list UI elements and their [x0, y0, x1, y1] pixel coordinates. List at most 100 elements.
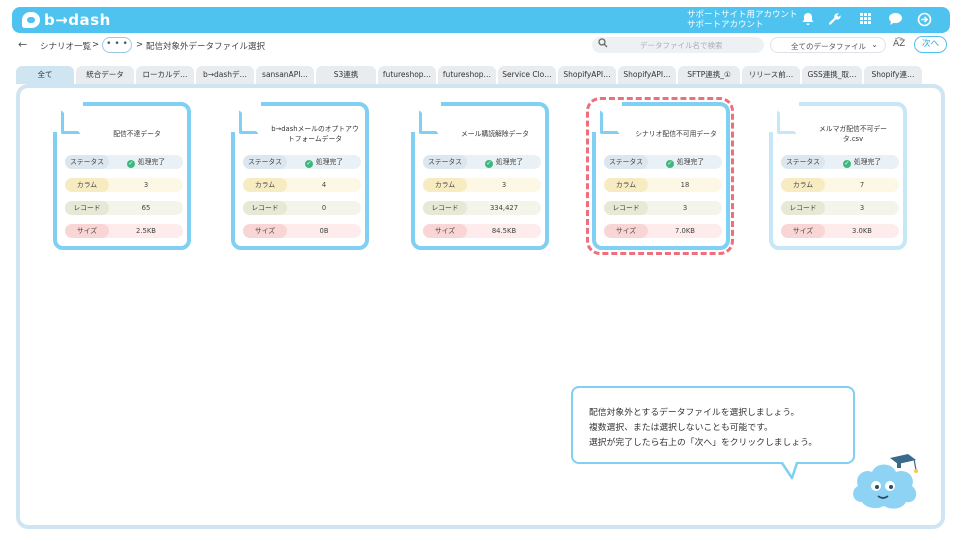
record-value: 3 — [859, 204, 865, 212]
next-button[interactable]: 次へ — [914, 36, 947, 53]
size-value: 3.0KB — [852, 227, 872, 235]
column-value: 7 — [859, 181, 865, 189]
account-info[interactable]: サポートサイト用アカウント サポートアカウント — [687, 10, 798, 30]
tab-bdash-data[interactable]: b→dashデ… — [196, 66, 254, 84]
card-title: 配信不達データ — [113, 130, 161, 138]
mascot-cloud-icon — [853, 454, 918, 509]
size-row: サイズ 2.5KB — [65, 224, 183, 238]
breadcrumb-more-button[interactable]: • • • — [102, 37, 132, 53]
record-value: 334,427 — [489, 204, 519, 212]
account-line-1: サポートサイト用アカウント — [687, 10, 798, 20]
file-icon — [769, 102, 799, 134]
column-value: 3 — [501, 181, 507, 189]
file-icon — [53, 102, 83, 134]
datafile-card[interactable]: メール購読解除データ ステータス ✓ 処理完了 カラム 3 レコード 334,427 サ… — [411, 102, 549, 250]
datafile-card[interactable]: b→dashメールのオプトアウトフォームデータ ステータス ✓ 処理完了 カラム 4 … — [231, 102, 369, 250]
status-label: ステータス — [781, 155, 825, 169]
column-label: カラム — [423, 178, 467, 192]
account-line-2: サポートアカウント — [687, 20, 764, 30]
size-label: サイズ — [65, 224, 109, 238]
column-row: カラム 3 — [65, 178, 183, 192]
column-row: カラム 7 — [781, 178, 899, 192]
size-row: サイズ 0B — [243, 224, 361, 238]
file-icon — [231, 102, 261, 134]
status-row: ステータス ✓ 処理完了 — [781, 155, 899, 169]
tab-s3[interactable]: S3連携 — [316, 66, 376, 84]
tooltip-text: 配信対象外とするデータファイルを選択しましょう。 複数選択、または選択しないこと… — [589, 406, 817, 451]
tooltip-line-3: 選択が完了したら右上の「次へ」をクリックしましょう。 — [589, 438, 818, 448]
back-arrow-icon[interactable]: ← — [18, 38, 27, 51]
status-value: ✓ 処理完了 — [304, 158, 344, 168]
tab-futureshop-2[interactable]: futureshop… — [438, 66, 496, 84]
tab-gss[interactable]: GSS連携_取… — [802, 66, 862, 84]
tab-shopify-api-1[interactable]: ShopifyAPI… — [558, 66, 616, 84]
bell-icon[interactable] — [800, 12, 816, 28]
breadcrumb-separator: > — [136, 40, 144, 50]
datafile-card[interactable]: メルマガ配信不可データ.csv ステータス ✓ 処理完了 カラム 7 レコード 3 サイ… — [769, 102, 907, 250]
column-value: 3 — [143, 181, 149, 189]
size-value: 0B — [319, 227, 329, 235]
record-row: レコード 0 — [243, 201, 361, 215]
chat-icon[interactable] — [887, 12, 903, 28]
tab-all[interactable]: 全て — [16, 66, 74, 84]
check-icon: ✓ — [842, 160, 851, 168]
size-label: サイズ — [423, 224, 467, 238]
datafile-filter-select[interactable]: 全てのデータファイル ⌄ — [770, 37, 886, 53]
tab-pre-release[interactable]: リリース前… — [742, 66, 800, 84]
tab-service-cloud[interactable]: Service Clo… — [498, 66, 556, 84]
search-icon — [598, 38, 608, 51]
tab-local-data[interactable]: ローカルデ… — [136, 66, 194, 84]
bdash-logo[interactable]: b→dash — [22, 11, 111, 29]
chevron-down-icon: ⌄ — [871, 40, 878, 49]
record-row: レコード 65 — [65, 201, 183, 215]
size-row: サイズ 84.5KB — [423, 224, 541, 238]
column-label: カラム — [243, 178, 287, 192]
check-icon: ✓ — [484, 160, 493, 168]
logout-icon[interactable] — [916, 12, 932, 28]
filter-value: 全てのデータファイル — [791, 42, 866, 51]
guide-tooltip: 配信対象外とするデータファイルを選択しましょう。 複数選択、または選択しないこと… — [571, 386, 855, 464]
tab-shopify-api-2[interactable]: ShopifyAPI… — [618, 66, 676, 84]
app-header: b→dash サポートサイト用アカウント サポートアカウント — [12, 7, 950, 33]
check-icon: ✓ — [304, 160, 313, 168]
tooltip-line-2: 複数選択、または選択しないことも可能です。 — [589, 423, 773, 433]
status-value: ✓ 処理完了 — [842, 158, 882, 168]
record-value: 0 — [321, 204, 327, 212]
tab-sftp[interactable]: SFTP連携_① — [678, 66, 740, 84]
status-label: ステータス — [423, 155, 467, 169]
sort-az-icon[interactable]: A͡Z — [893, 39, 905, 49]
size-row: サイズ 3.0KB — [781, 224, 899, 238]
size-value: 84.5KB — [491, 227, 517, 235]
column-row: カラム 4 — [243, 178, 361, 192]
breadcrumb-scenario-list[interactable]: シナリオ一覧 — [40, 40, 91, 52]
logo-icon — [22, 12, 40, 28]
status-row: ステータス ✓ 処理完了 — [65, 155, 183, 169]
status-label: ステータス — [65, 155, 109, 169]
tab-sansan-api[interactable]: sansanAPI… — [256, 66, 314, 84]
file-icon — [411, 102, 441, 134]
tab-shopify-integration[interactable]: Shopify連… — [864, 66, 922, 84]
check-icon: ✓ — [126, 160, 135, 168]
size-label: サイズ — [243, 224, 287, 238]
size-value: 2.5KB — [136, 227, 156, 235]
tab-futureshop-1[interactable]: futureshop… — [378, 66, 436, 84]
selection-highlight — [586, 97, 734, 255]
breadcrumb-bar: ← シナリオ一覧 > • • • > 配信対象外データファイル選択 データファイ… — [12, 35, 950, 57]
wrench-icon[interactable] — [827, 12, 843, 28]
logo-text: b→dash — [44, 11, 111, 29]
search-input[interactable]: データファイル名で検索 — [592, 37, 764, 53]
grid-icon[interactable] — [857, 12, 873, 28]
status-value: ✓ 処理完了 — [484, 158, 524, 168]
column-label: カラム — [781, 178, 825, 192]
size-label: サイズ — [781, 224, 825, 238]
record-label: レコード — [243, 201, 287, 215]
record-label: レコード — [781, 201, 825, 215]
tab-integrated-data[interactable]: 統合データ — [76, 66, 134, 84]
status-label: ステータス — [243, 155, 287, 169]
tooltip-line-1: 配信対象外とするデータファイルを選択しましょう。 — [589, 408, 800, 418]
status-row: ステータス ✓ 処理完了 — [423, 155, 541, 169]
datafile-card[interactable]: 配信不達データ ステータス ✓ 処理完了 カラム 3 レコード 65 サイズ 2.5KB — [53, 102, 191, 250]
column-label: カラム — [65, 178, 109, 192]
column-row: カラム 3 — [423, 178, 541, 192]
status-row: ステータス ✓ 処理完了 — [243, 155, 361, 169]
